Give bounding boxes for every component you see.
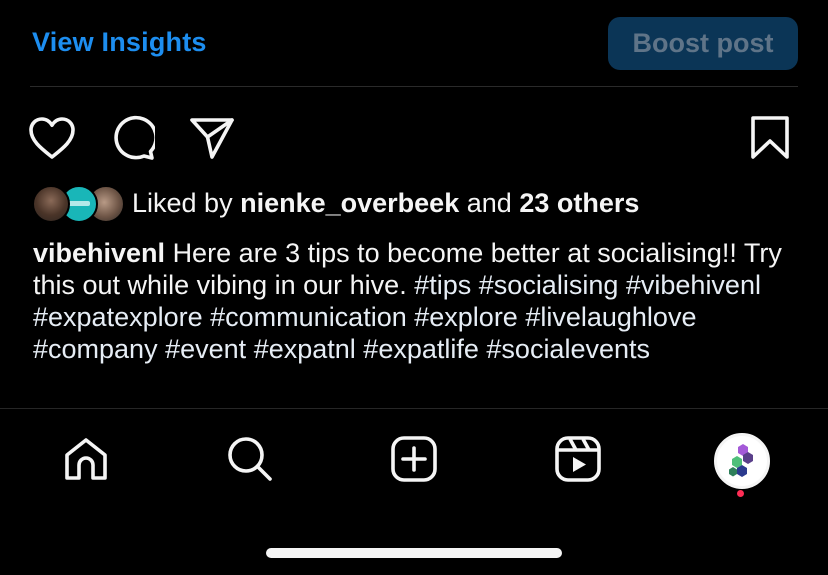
post-actions bbox=[0, 105, 828, 165]
hashtag[interactable]: #communication bbox=[210, 302, 407, 332]
send-icon bbox=[190, 118, 234, 159]
hashtag[interactable]: #expatlife bbox=[363, 334, 479, 364]
notification-dot bbox=[737, 490, 744, 497]
hashtag[interactable]: #company bbox=[33, 334, 158, 364]
hashtag[interactable]: #vibehivenl bbox=[626, 270, 761, 300]
insights-row: View Insights Boost post bbox=[0, 0, 828, 86]
comment-button[interactable] bbox=[107, 113, 157, 163]
hashtag[interactable]: #tips bbox=[414, 270, 471, 300]
others-count[interactable]: 23 others bbox=[519, 188, 639, 218]
heart-icon bbox=[29, 117, 75, 159]
bottom-tab-bar bbox=[0, 409, 828, 519]
hashtag[interactable]: #socialising bbox=[479, 270, 619, 300]
home-icon bbox=[65, 438, 107, 480]
save-button[interactable] bbox=[745, 113, 795, 163]
share-button[interactable] bbox=[187, 113, 237, 163]
liked-by-row: Liked by nienke_overbeek and 23 others bbox=[32, 183, 639, 223]
liked-by-text[interactable]: Liked by nienke_overbeek and 23 others bbox=[132, 188, 639, 219]
reels-icon bbox=[555, 436, 601, 482]
brand-logo-icon bbox=[729, 444, 753, 477]
liker-username[interactable]: nienke_overbeek bbox=[240, 188, 459, 218]
hashtag[interactable]: #socialevents bbox=[486, 334, 650, 364]
comment-icon bbox=[114, 115, 155, 160]
avatar bbox=[32, 185, 70, 223]
liker-avatars[interactable] bbox=[32, 185, 125, 223]
tab-home[interactable] bbox=[58, 431, 114, 487]
boost-post-button[interactable]: Boost post bbox=[608, 17, 798, 70]
home-indicator[interactable] bbox=[266, 548, 562, 558]
hashtag[interactable]: #explore bbox=[414, 302, 518, 332]
caption-username[interactable]: vibehivenl bbox=[33, 238, 165, 268]
profile-avatar bbox=[714, 433, 770, 489]
divider bbox=[30, 86, 798, 87]
like-button[interactable] bbox=[27, 113, 77, 163]
liked-by-conjunction: and bbox=[466, 187, 512, 218]
tab-profile[interactable] bbox=[714, 433, 770, 489]
search-icon bbox=[228, 437, 272, 481]
tab-create[interactable] bbox=[386, 431, 442, 487]
hashtag[interactable]: #expatnl bbox=[254, 334, 356, 364]
liked-by-prefix: Liked by bbox=[132, 187, 233, 218]
hashtag[interactable]: #event bbox=[165, 334, 246, 364]
tab-reels[interactable] bbox=[550, 431, 606, 487]
hashtag[interactable]: #expatexplore bbox=[33, 302, 203, 332]
post-caption: vibehivenl Here are 3 tips to become bet… bbox=[33, 237, 803, 365]
tab-search[interactable] bbox=[222, 431, 278, 487]
view-insights-link[interactable]: View Insights bbox=[32, 27, 207, 58]
hashtag[interactable]: #livelaughlove bbox=[525, 302, 696, 332]
create-icon bbox=[391, 436, 437, 482]
bookmark-icon bbox=[751, 116, 789, 159]
